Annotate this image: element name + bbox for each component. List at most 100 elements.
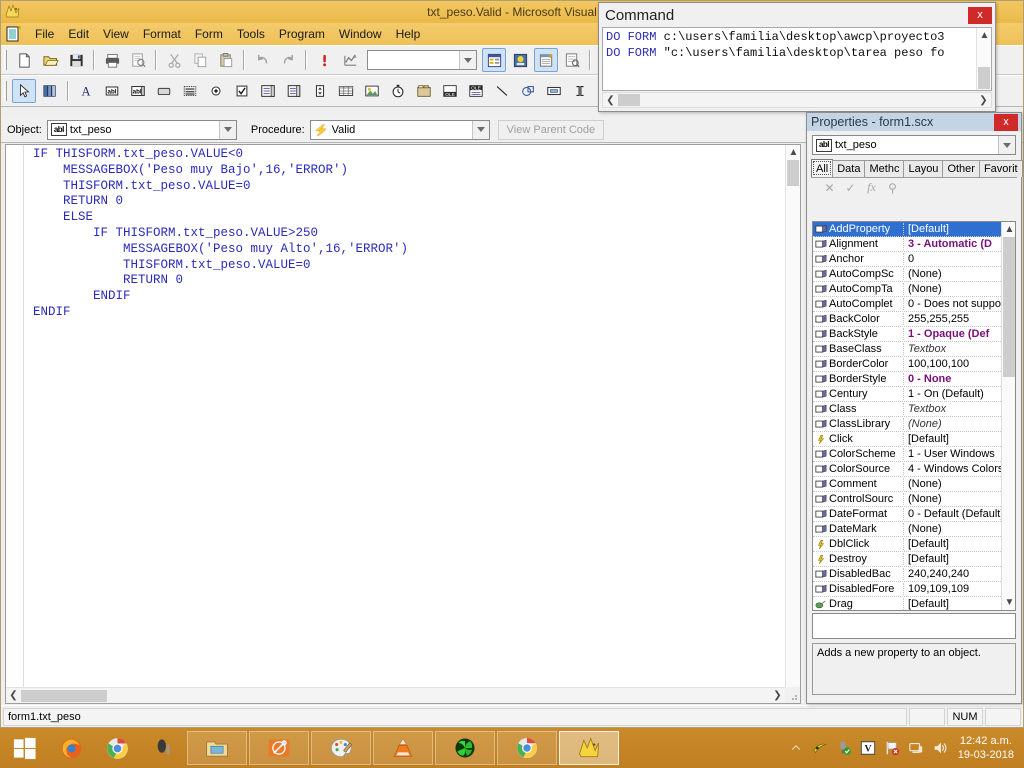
tray-volume-icon[interactable] xyxy=(930,738,950,758)
menu-help[interactable]: Help xyxy=(389,25,428,43)
tab-methods[interactable]: Methc xyxy=(864,160,905,177)
property-row[interactable]: Comment (None) xyxy=(813,477,1015,492)
menu-edit[interactable]: Edit xyxy=(61,25,96,43)
property-value[interactable]: 100,100,100 xyxy=(904,358,1015,370)
cancel-property-icon[interactable]: ✕ xyxy=(821,179,838,196)
property-row[interactable]: Century 1 - On (Default) xyxy=(813,387,1015,402)
property-row[interactable]: BorderColor 100,100,100 xyxy=(813,357,1015,372)
form-designer-icon[interactable] xyxy=(482,48,506,72)
property-row[interactable]: DisabledFore 109,109,109 xyxy=(813,582,1015,597)
taskbar-foxpro-icon[interactable] xyxy=(559,731,619,765)
vertical-scroll-thumb[interactable] xyxy=(978,67,990,89)
property-row[interactable]: Class Textbox xyxy=(813,402,1015,417)
combobox-control-icon[interactable] xyxy=(256,79,280,103)
view-parent-code-button[interactable]: View Parent Code xyxy=(497,119,605,140)
taskbar-paint-icon[interactable] xyxy=(311,731,371,765)
redo-icon[interactable] xyxy=(276,48,300,72)
shape-control-icon[interactable] xyxy=(516,79,540,103)
tray-network-icon[interactable] xyxy=(906,738,926,758)
run-icon[interactable] xyxy=(312,48,336,72)
property-row[interactable]: DateFormat 0 - Default (Default) xyxy=(813,507,1015,522)
taskbar-vlc-icon[interactable] xyxy=(373,731,433,765)
taskbar-chrome-icon[interactable] xyxy=(94,730,140,766)
taskbar-chrome-window-icon[interactable] xyxy=(497,731,557,765)
properties-list-scrollbar[interactable]: ▲ ▼ xyxy=(1001,222,1015,610)
scroll-right-icon[interactable]: ❯ xyxy=(770,688,785,703)
property-value[interactable]: [Default] xyxy=(904,553,1015,565)
scroll-up-icon[interactable]: ▲ xyxy=(977,28,991,43)
cut-icon[interactable] xyxy=(162,48,186,72)
properties-object-combo[interactable]: abl txt_peso xyxy=(812,135,1016,155)
editor-horizontal-scrollbar[interactable]: ❮ ❯ xyxy=(6,687,785,703)
ole-bound-icon[interactable]: OLE xyxy=(464,79,488,103)
property-row[interactable]: AutoCompTa (None) xyxy=(813,282,1015,297)
ole-container-icon[interactable]: OLE xyxy=(438,79,462,103)
line-control-icon[interactable] xyxy=(490,79,514,103)
property-value-input[interactable] xyxy=(812,613,1016,639)
editbox-control-icon[interactable]: abl xyxy=(126,79,150,103)
chevron-down-icon[interactable] xyxy=(471,120,489,139)
property-value[interactable]: (None) xyxy=(904,523,1015,535)
menu-view[interactable]: View xyxy=(96,25,136,43)
taskbar-device-icon[interactable] xyxy=(140,730,186,766)
select-pointer-icon[interactable] xyxy=(12,79,36,103)
property-value[interactable]: (None) xyxy=(904,418,1015,430)
property-value[interactable]: [Default] xyxy=(904,223,1015,235)
pageframe-control-icon[interactable] xyxy=(412,79,436,103)
toolbar-grip[interactable] xyxy=(4,81,7,101)
close-icon[interactable]: x xyxy=(968,6,992,24)
menu-window[interactable]: Window xyxy=(332,25,389,43)
print-icon[interactable] xyxy=(100,48,124,72)
properties-list[interactable]: AddProperty [Default] Alignment 3 - Automat… xyxy=(812,221,1016,611)
menu-tools[interactable]: Tools xyxy=(230,25,272,43)
command-window-text[interactable]: DO FORM c:\users\familia\desktop\awcp\pr… xyxy=(606,29,975,61)
menu-format[interactable]: Format xyxy=(136,25,188,43)
tab-favorites[interactable]: Favorit xyxy=(978,160,1023,177)
property-row[interactable]: ColorScheme 1 - User Windows xyxy=(813,447,1015,462)
command-window-body[interactable]: DO FORM c:\users\familia\desktop\awcp\pr… xyxy=(602,27,992,91)
browse-icon[interactable] xyxy=(560,48,584,72)
command-horizontal-scrollbar[interactable]: ❮ ❯ xyxy=(602,92,992,108)
checkbox-control-icon[interactable] xyxy=(230,79,254,103)
menu-program[interactable]: Program xyxy=(272,25,332,43)
tray-vfp-icon[interactable]: V xyxy=(858,738,878,758)
tray-nvidia-icon[interactable] xyxy=(810,738,830,758)
property-value[interactable]: (None) xyxy=(904,283,1015,295)
property-value[interactable]: 240,240,240 xyxy=(904,568,1015,580)
taskbar-file-explorer-icon[interactable] xyxy=(187,731,247,765)
properties-window-icon[interactable] xyxy=(534,48,558,72)
property-value[interactable]: 1 - User Windows xyxy=(904,448,1015,460)
tab-all[interactable]: All xyxy=(811,159,834,177)
scroll-up-icon[interactable]: ▲ xyxy=(786,145,801,160)
function-builder-icon[interactable]: fx xyxy=(863,179,880,196)
property-value[interactable]: 4 - Windows Colors xyxy=(904,463,1015,475)
listbox-control-icon[interactable] xyxy=(282,79,306,103)
optionbutton-icon[interactable] xyxy=(204,79,228,103)
property-row[interactable]: ControlSourc (None) xyxy=(813,492,1015,507)
new-file-icon[interactable] xyxy=(12,48,36,72)
property-value[interactable]: 1 - On (Default) xyxy=(904,388,1015,400)
chevron-down-icon[interactable] xyxy=(459,51,476,69)
scroll-left-icon[interactable]: ❮ xyxy=(603,93,618,108)
property-row[interactable]: AutoComplet 0 - Does not suppor xyxy=(813,297,1015,312)
chevron-down-icon[interactable] xyxy=(218,120,236,139)
save-icon[interactable] xyxy=(64,48,88,72)
property-row[interactable]: DateMark (None) xyxy=(813,522,1015,537)
textbox-control-icon[interactable]: abl xyxy=(100,79,124,103)
database-designer-icon[interactable] xyxy=(508,48,532,72)
chart-icon[interactable] xyxy=(338,48,362,72)
scroll-left-icon[interactable]: ❮ xyxy=(6,688,21,703)
editor-vertical-scrollbar[interactable]: ▲ xyxy=(785,145,800,687)
property-value[interactable]: 0 - Default (Default) xyxy=(904,508,1015,520)
taskbar-design-app-icon[interactable] xyxy=(249,731,309,765)
property-row[interactable]: ClassLibrary (None) xyxy=(813,417,1015,432)
property-row[interactable]: Alignment 3 - Automatic (D xyxy=(813,237,1015,252)
label-control-icon[interactable]: A xyxy=(74,79,98,103)
paste-icon[interactable] xyxy=(214,48,238,72)
vertical-scroll-thumb[interactable] xyxy=(1002,237,1015,377)
object-combo[interactable]: abl txt_peso xyxy=(46,119,237,140)
taskbar-firefox-icon[interactable] xyxy=(48,730,94,766)
grid-control-icon[interactable] xyxy=(334,79,358,103)
taskbar-clock[interactable]: 12:42 a.m. 19-03-2018 xyxy=(954,734,1020,762)
taskbar-green-app-icon[interactable] xyxy=(435,731,495,765)
